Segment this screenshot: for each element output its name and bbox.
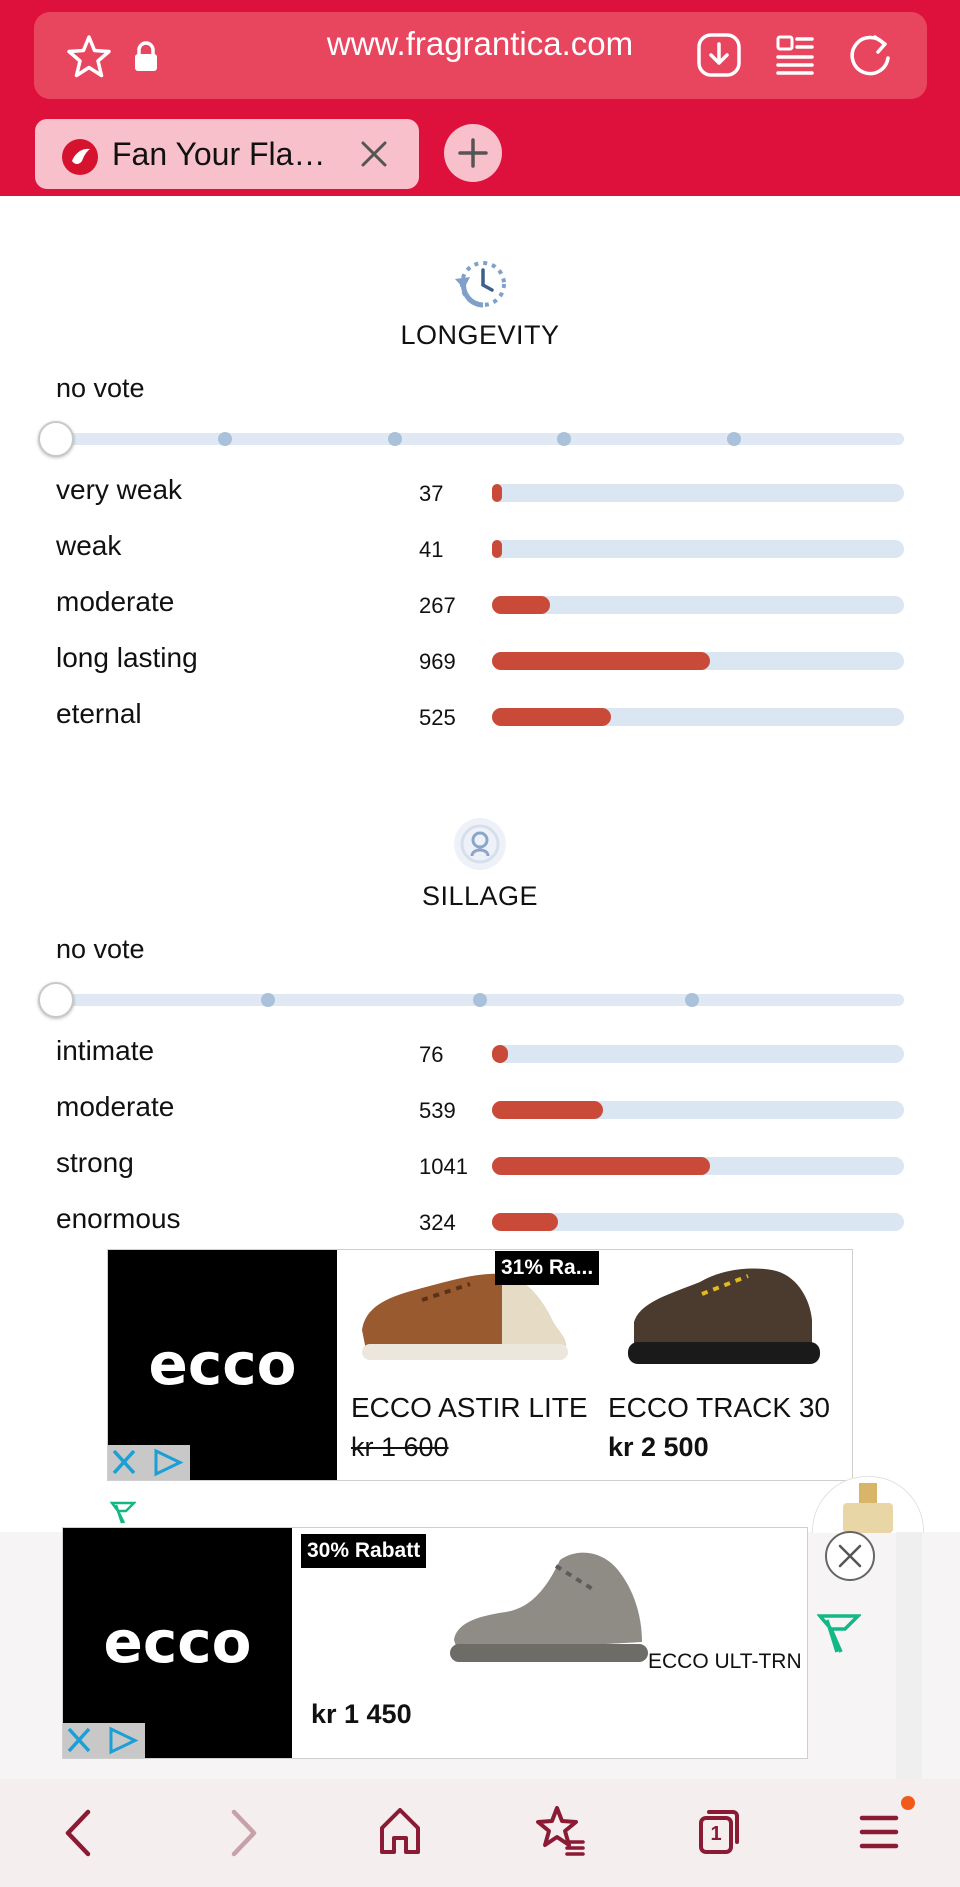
slider-step[interactable] — [261, 993, 275, 1007]
ecco-logo[interactable]: ecco — [108, 1330, 337, 1398]
longevity-bar-fill — [492, 540, 502, 558]
ad-network-icon[interactable] — [110, 1500, 136, 1526]
sillage-bar-fill — [492, 1101, 603, 1119]
home-icon[interactable] — [378, 1806, 422, 1856]
back-icon[interactable] — [60, 1808, 96, 1858]
ad-choices[interactable] — [108, 1445, 190, 1480]
longevity-row-label: very weak — [56, 474, 183, 505]
longevity-vote-slider[interactable] — [56, 433, 904, 445]
ecco-logo[interactable]: ecco — [63, 1608, 292, 1676]
sillage-title: SILLAGE — [421, 881, 539, 911]
sillage-bar-fill — [492, 1213, 558, 1231]
slider-step[interactable] — [557, 432, 571, 446]
ad-product-price[interactable]: kr 1 450 — [311, 1699, 412, 1730]
shoe-grey-hiker-image[interactable] — [446, 1540, 652, 1674]
discount-badge: 31% Ra... — [495, 1251, 600, 1285]
bottom-navigation-bar — [0, 1779, 960, 1887]
download-icon[interactable] — [695, 31, 743, 79]
ad-product-name[interactable]: ECCO ASTIR LITE — [351, 1392, 588, 1424]
longevity-bar-track — [492, 484, 904, 502]
shoe-dark-boot-image[interactable] — [620, 1258, 824, 1370]
sillage-row-count: 539 — [419, 1098, 456, 1123]
sillage-bar-fill — [492, 1157, 710, 1175]
favorites-icon[interactable] — [535, 1804, 587, 1858]
reload-icon[interactable] — [846, 30, 894, 80]
ad-choices[interactable] — [63, 1723, 145, 1758]
star-icon[interactable] — [65, 33, 113, 81]
longevity-row-count: 267 — [419, 593, 456, 618]
slider-step[interactable] — [473, 993, 487, 1007]
sillage-row-count: 76 — [419, 1042, 444, 1067]
sticky-scroll-edge — [896, 1532, 922, 1779]
ad-product-old-price[interactable]: kr 1 600 — [351, 1432, 449, 1463]
longevity-row-count: 37 — [419, 481, 444, 506]
sillage-bar-fill — [492, 1045, 508, 1063]
slider-step[interactable] — [218, 432, 232, 446]
slider-step[interactable] — [727, 432, 741, 446]
longevity-clock-icon — [455, 261, 506, 308]
lock-icon — [135, 41, 157, 71]
longevity-row-label: long lasting — [56, 642, 198, 673]
longevity-bar-fill — [492, 596, 550, 614]
tab-title[interactable]: Fan Your Fla… — [112, 119, 325, 189]
longevity-title: LONGEVITY — [400, 320, 560, 350]
longevity-row-count: 41 — [419, 537, 444, 562]
slider-step[interactable] — [388, 432, 402, 446]
sillage-row-label: enormous — [56, 1203, 181, 1234]
ad-network-icon[interactable] — [817, 1612, 861, 1656]
perfume-bottle-thumbnail[interactable] — [812, 1476, 924, 1533]
menu-icon[interactable] — [856, 1808, 904, 1856]
ad-product-name[interactable]: ECCO TRACK 30 — [608, 1392, 830, 1424]
ad-product-price[interactable]: kr 2 500 — [608, 1432, 709, 1463]
close-ad-icon[interactable] — [824, 1530, 876, 1582]
longevity-row-label: weak — [56, 530, 122, 561]
sillage-row-label: intimate — [56, 1035, 155, 1066]
plus-icon — [458, 138, 488, 168]
longevity-bar-track — [492, 596, 904, 614]
longevity-vote-label: no vote — [56, 373, 145, 403]
slider-handle[interactable] — [38, 982, 74, 1018]
sillage-row-label: moderate — [56, 1091, 175, 1122]
longevity-row-label: eternal — [56, 698, 142, 729]
new-tab-button[interactable] — [444, 124, 502, 182]
ad-product-name[interactable]: ECCO ULT-TRN — [648, 1650, 802, 1674]
discount-badge: 30% Rabatt — [301, 1534, 427, 1568]
sillage-vote-label: no vote — [56, 934, 145, 964]
longevity-row-count: 969 — [419, 649, 456, 674]
longevity-bar-fill — [492, 708, 611, 726]
forward-icon[interactable] — [226, 1808, 262, 1858]
slider-step[interactable] — [685, 993, 699, 1007]
sillage-row-label: strong — [56, 1147, 134, 1178]
sillage-row-count: 324 — [419, 1210, 456, 1235]
longevity-bar-fill — [492, 484, 502, 502]
slider-handle[interactable] — [38, 421, 74, 457]
sillage-row-count: 1041 — [419, 1154, 468, 1179]
sillage-bar-track — [492, 1045, 904, 1063]
longevity-row-label: moderate — [56, 586, 175, 617]
tab-count[interactable]: 1 — [701, 1817, 731, 1851]
fragrantica-bird-icon — [62, 139, 98, 175]
notification-dot — [901, 1796, 915, 1810]
reader-mode-icon[interactable] — [775, 33, 815, 77]
close-icon[interactable] — [358, 138, 390, 170]
longevity-bar-track — [492, 540, 904, 558]
sillage-person-icon — [454, 818, 506, 870]
longevity-row-count: 525 — [419, 705, 456, 730]
longevity-bar-fill — [492, 652, 710, 670]
